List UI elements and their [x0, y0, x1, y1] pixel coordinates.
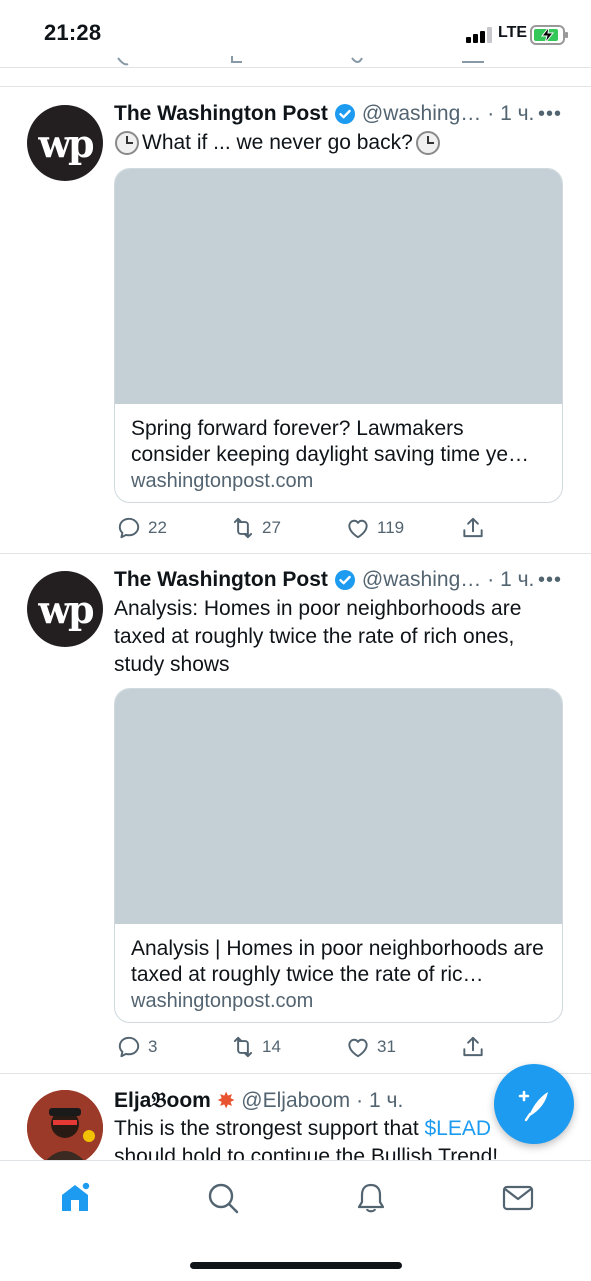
avatar[interactable]: wp	[27, 571, 103, 647]
author-name[interactable]: Elja𝔅oom	[114, 1089, 211, 1113]
author-name[interactable]: The Washington Post	[114, 568, 328, 592]
card-image	[115, 689, 562, 924]
previous-tweet-actions	[0, 56, 591, 66]
card-image	[115, 169, 562, 404]
tweet-time: · 1 ч.	[356, 1089, 404, 1112]
status-time: 21:28	[44, 20, 102, 45]
link-card[interactable]: Analysis | Homes in poor neighborhoods a…	[114, 688, 563, 1023]
share-icon	[463, 1036, 483, 1057]
avatar-illustration	[27, 1090, 103, 1160]
clock-emoji-icon	[115, 131, 139, 155]
tweet-time: · 1 ч.	[487, 568, 535, 591]
link-card[interactable]: Spring forward forever? Lawmakers consid…	[114, 168, 563, 503]
signal-strength-icon	[466, 27, 492, 43]
card-title: Analysis | Homes in poor neighborhoods a…	[131, 937, 544, 986]
tweet-header: The Washington Post @washing… · 1 ч.	[114, 102, 534, 126]
messages-icon	[502, 1185, 534, 1211]
share-button[interactable]	[460, 515, 486, 541]
card-domain: washingtonpost.com	[131, 470, 314, 492]
reply-icon	[118, 1036, 140, 1058]
cashtag-link[interactable]: $LEAD	[425, 1117, 492, 1140]
nav-notifications[interactable]	[354, 1181, 388, 1220]
collision-emoji-icon: ✸	[216, 1088, 236, 1113]
nav-messages[interactable]	[501, 1181, 535, 1220]
battery-charging-icon	[530, 25, 568, 45]
compose-icon	[518, 1090, 548, 1122]
card-title: Spring forward forever? Lawmakers consid…	[131, 417, 530, 466]
search-icon	[208, 1183, 239, 1214]
tweet-header: Elja𝔅oom ✸ @Eljaboom · 1 ч.	[114, 1088, 403, 1114]
more-options-icon[interactable]: •••	[538, 103, 562, 126]
home-indicator[interactable]	[190, 1262, 402, 1269]
nav-search[interactable]	[206, 1181, 240, 1220]
share-button[interactable]	[460, 1034, 486, 1060]
author-handle[interactable]: @washing…	[362, 102, 481, 126]
avatar[interactable]: wp	[27, 105, 103, 181]
retweet-icon	[233, 517, 253, 539]
share-icon	[463, 517, 483, 538]
home-icon	[62, 1181, 91, 1211]
tweet-text: Analysis: Homes in poor neighborhoods ar…	[114, 597, 522, 676]
network-type: LTE	[498, 24, 528, 41]
reply-button[interactable]: 22	[116, 515, 167, 541]
like-button[interactable]: 31	[345, 1034, 396, 1060]
verified-badge-icon	[334, 104, 355, 124]
tweet[interactable]: wp The Washington Post @washing… · 1 ч. …	[0, 554, 591, 1073]
nav-home[interactable]	[58, 1181, 92, 1220]
compose-tweet-button[interactable]	[494, 1064, 574, 1144]
tweet-header: The Washington Post @washing… · 1 ч.	[114, 568, 534, 592]
retweet-button[interactable]: 14	[230, 1034, 281, 1060]
author-handle[interactable]: @Eljaboom	[241, 1089, 350, 1113]
reply-button[interactable]: 3	[116, 1034, 157, 1060]
tweet-time: · 1 ч.	[487, 102, 535, 125]
tweet-text: What if ... we never go back?	[114, 129, 564, 157]
reply-icon	[118, 517, 140, 539]
clock-emoji-icon	[415, 131, 440, 155]
more-options-icon[interactable]: •••	[538, 569, 562, 592]
author-name[interactable]: The Washington Post	[114, 102, 328, 126]
divider	[0, 67, 591, 68]
like-icon	[348, 1038, 368, 1058]
like-button[interactable]: 119	[345, 515, 404, 541]
tweet[interactable]: wp The Washington Post @washing… · 1 ч. …	[0, 87, 591, 553]
retweet-icon	[233, 1036, 253, 1058]
author-handle[interactable]: @washing…	[362, 568, 481, 592]
verified-badge-icon	[334, 570, 355, 590]
avatar[interactable]	[27, 1090, 103, 1160]
notifications-icon	[357, 1183, 385, 1213]
card-domain: washingtonpost.com	[131, 990, 314, 1012]
like-icon	[348, 519, 368, 539]
retweet-button[interactable]: 27	[230, 515, 281, 541]
